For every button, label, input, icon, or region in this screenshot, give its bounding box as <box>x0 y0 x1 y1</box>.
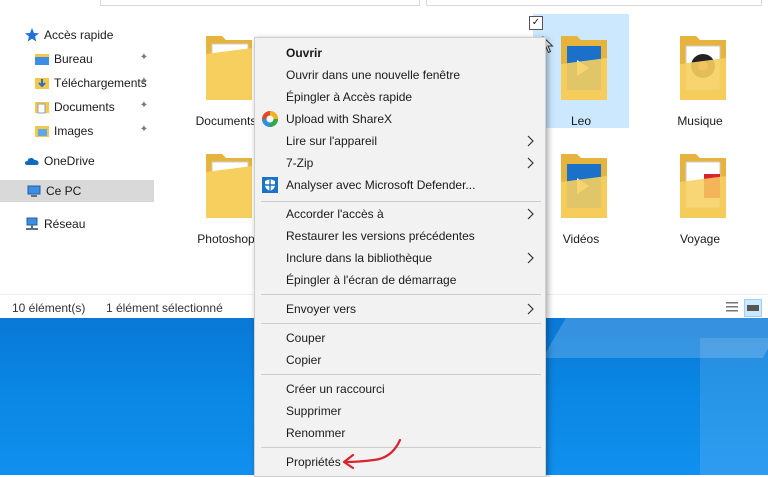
menu-item-couper[interactable]: Couper <box>255 327 545 349</box>
folder-leo[interactable]: ✓ Leo <box>529 14 629 128</box>
menu-item-copier[interactable]: Copier <box>255 349 545 371</box>
folder-label: Vidéos <box>562 232 600 246</box>
menu-item-epingler-demarrage[interactable]: Épingler à l'écran de démarrage <box>255 269 545 291</box>
sidebar-item-label: Accès rapide <box>44 28 114 42</box>
folder-icon <box>206 36 252 100</box>
details-view-icon[interactable] <box>724 299 740 315</box>
pin-icon[interactable]: ✦ <box>138 76 150 88</box>
submenu-arrow-icon <box>525 207 535 221</box>
computer-icon <box>26 183 42 199</box>
menu-item-envoyer-vers[interactable]: Envoyer vers <box>255 298 545 320</box>
documents-folder-icon <box>680 154 726 218</box>
folder-label: Voyage <box>679 232 721 246</box>
folder-label: Musique <box>677 114 723 128</box>
menu-item-ouvrir-nouvelle-fenetre[interactable]: Ouvrir dans une nouvelle fenêtre <box>255 64 545 86</box>
menu-item-lire-sur-appareil[interactable]: Lire sur l'appareil <box>255 130 545 152</box>
large-icons-view-icon[interactable] <box>744 299 762 317</box>
sharex-icon <box>261 110 279 128</box>
defender-shield-icon <box>261 176 279 194</box>
menu-item-upload-sharex[interactable]: Upload with ShareX <box>255 108 545 130</box>
menu-item-inclure-bibliotheque[interactable]: Inclure dans la bibliothèque <box>255 247 545 269</box>
sidebar-item-documents[interactable]: Documents ✦ <box>34 96 154 118</box>
sidebar-item-images[interactable]: Images ✦ <box>34 120 154 142</box>
sidebar-item-reseau[interactable]: Réseau <box>24 213 154 235</box>
pin-icon[interactable]: ✦ <box>138 124 150 136</box>
sidebar-item-label: Bureau <box>54 52 93 66</box>
menu-item-supprimer[interactable]: Supprimer <box>255 400 545 422</box>
item-count: 10 élément(s) <box>12 301 86 315</box>
downloads-folder-icon <box>34 75 50 91</box>
menu-separator <box>261 294 541 295</box>
documents-folder-icon <box>34 99 50 115</box>
sidebar-item-label: Images <box>54 124 94 138</box>
sidebar-item-onedrive[interactable]: OneDrive <box>24 150 154 172</box>
pin-icon[interactable]: ✦ <box>138 100 150 112</box>
video-folder-icon <box>561 154 607 218</box>
submenu-arrow-icon <box>525 134 535 148</box>
desktop-folder-icon <box>34 51 50 67</box>
menu-item-restaurer-versions[interactable]: Restaurer les versions précédentes <box>255 225 545 247</box>
submenu-arrow-icon <box>525 251 535 265</box>
sidebar-item-label: Réseau <box>44 217 86 231</box>
menu-separator <box>261 374 541 375</box>
navigation-pane: Accès rapide Bureau ✦ Téléchargements ✦ … <box>0 14 156 282</box>
wallpaper-window-pane <box>700 338 768 475</box>
submenu-arrow-icon <box>525 156 535 170</box>
pin-icon[interactable]: ✦ <box>138 52 150 64</box>
menu-item-creer-raccourci[interactable]: Créer un raccourci <box>255 378 545 400</box>
folder-musique[interactable]: Musique <box>652 14 748 128</box>
menu-separator <box>261 323 541 324</box>
selection-count: 1 élément sélectionné <box>106 301 223 315</box>
sidebar-item-label: Ce PC <box>46 184 82 198</box>
images-folder-icon <box>34 123 50 139</box>
folder-videos[interactable]: Vidéos <box>533 132 629 246</box>
menu-item-accorder-acces[interactable]: Accorder l'accès à <box>255 203 545 225</box>
selection-checkbox[interactable]: ✓ <box>529 16 543 30</box>
menu-item-ouvrir[interactable]: Ouvrir <box>255 42 545 64</box>
network-icon <box>24 216 40 232</box>
menu-separator <box>261 201 541 202</box>
video-folder-icon <box>561 36 607 100</box>
folder-label: Leo <box>570 114 592 128</box>
sidebar-item-telechargements[interactable]: Téléchargements ✦ <box>34 72 154 94</box>
annotation-arrow-icon <box>342 438 402 470</box>
menu-item-7zip[interactable]: 7-Zip <box>255 152 545 174</box>
context-menu: Ouvrir Ouvrir dans une nouvelle fenêtre … <box>254 37 546 477</box>
submenu-arrow-icon <box>525 302 535 316</box>
menu-item-analyser-defender[interactable]: Analyser avec Microsoft Defender... <box>255 174 545 196</box>
sidebar-item-label: OneDrive <box>44 154 95 168</box>
sidebar-item-ce-pc[interactable]: Ce PC <box>0 180 154 202</box>
sidebar-item-quick-access[interactable]: Accès rapide <box>24 24 154 46</box>
sidebar-item-bureau[interactable]: Bureau ✦ <box>34 48 154 70</box>
star-icon <box>24 27 40 43</box>
sidebar-item-label: Téléchargements <box>54 76 147 90</box>
folder-voyage[interactable]: Voyage <box>652 132 748 246</box>
onedrive-cloud-icon <box>24 153 40 169</box>
music-folder-icon <box>680 36 726 100</box>
menu-item-epingler-acces-rapide[interactable]: Épingler à Accès rapide <box>255 86 545 108</box>
sidebar-item-label: Documents <box>54 100 115 114</box>
folder-icon <box>206 154 252 218</box>
